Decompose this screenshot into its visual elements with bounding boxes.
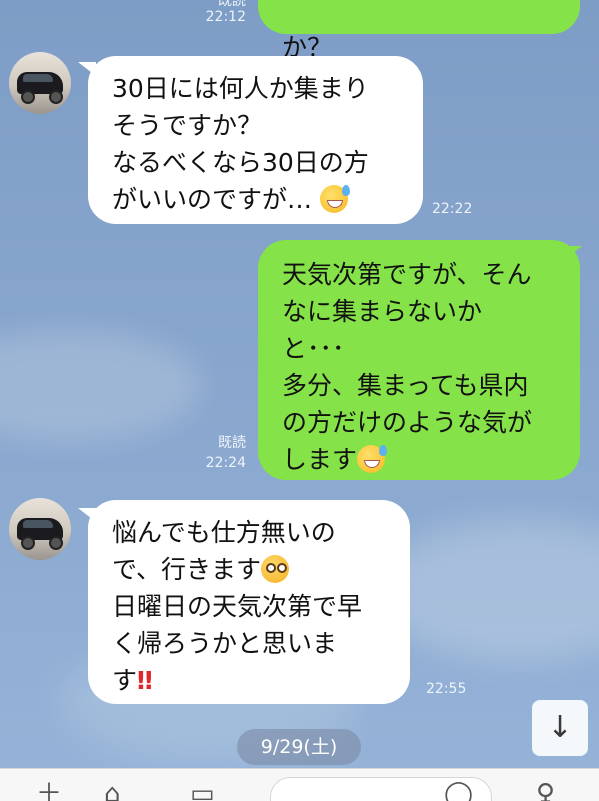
double-exclamation-emoji: ‼ <box>137 666 153 695</box>
scroll-to-bottom-button[interactable]: ↓ <box>532 700 588 756</box>
message-bubble-incoming[interactable]: 悩んでも仕方無いの で、行きます 日曜日の天気次第で早 く帰ろうかと思いま す‼ <box>88 500 410 704</box>
car-wheel <box>49 90 63 104</box>
car-window <box>23 520 53 528</box>
car-wheel <box>21 90 35 104</box>
car-wheel <box>49 536 63 550</box>
message-text: 悩んでも仕方無いの で、行きます <box>112 518 336 584</box>
arrow-down-icon: ↓ <box>547 710 573 745</box>
message-bubble-outgoing[interactable]: か？ <box>258 0 580 62</box>
contact-avatar[interactable] <box>9 498 71 560</box>
message-timestamp: 22:55 <box>426 681 467 697</box>
camera-icon[interactable]: ⌂ <box>104 781 121 801</box>
emoji-icon[interactable]: ◯ <box>444 781 473 801</box>
message-timestamp: 22:24 <box>205 455 246 471</box>
car-wheel <box>21 536 35 550</box>
chat-area[interactable]: か？ 既読 22:12 30日には何人か集まり そうですか？ なるべくなら30日… <box>0 0 599 768</box>
date-separator: 9/29(土) <box>237 729 361 765</box>
input-toolbar: ＋ ⌂ ▭ ◯ ♀ <box>0 768 599 801</box>
contact-avatar[interactable] <box>9 52 71 114</box>
background-cloud <box>0 330 200 440</box>
car-window <box>23 74 53 82</box>
plus-icon[interactable]: ＋ <box>36 781 62 801</box>
microphone-icon[interactable]: ♀ <box>536 781 555 801</box>
flushed-emoji <box>261 555 290 583</box>
message-timestamp: 22:12 <box>205 9 246 25</box>
message-text: 天気次第ですが、そん なに集まらないか と･･･ 多分、集まっても県内 の方だけ… <box>282 260 533 474</box>
image-icon[interactable]: ▭ <box>190 781 215 801</box>
message-bubble-incoming[interactable]: 30日には何人か集まり そうですか？ なるべくなら30日の方 がいいのですが… <box>88 56 423 224</box>
background-cloud <box>380 520 599 660</box>
message-timestamp: 22:22 <box>432 201 473 217</box>
read-receipt: 既読 <box>218 435 246 451</box>
message-bubble-outgoing[interactable]: 天気次第ですが、そん なに集まらないか と･･･ 多分、集まっても県内 の方だけ… <box>258 240 580 480</box>
sweat-smile-emoji <box>357 445 388 473</box>
sweat-smile-emoji <box>319 185 350 213</box>
